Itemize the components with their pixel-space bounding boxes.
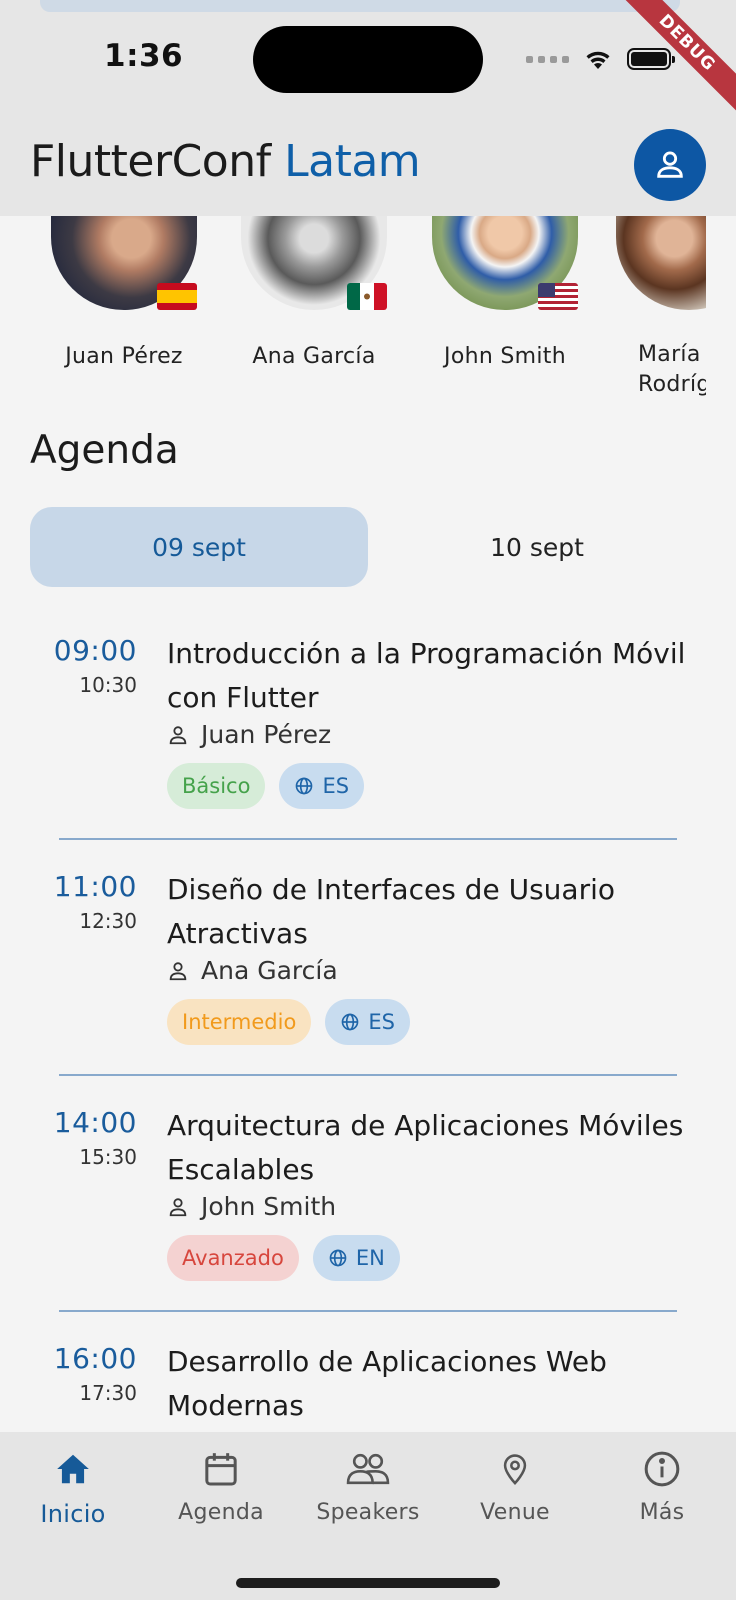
speaker-name: Juan Pérez (65, 344, 183, 369)
wifi-icon (586, 51, 610, 69)
session-speaker: Juan Pérez (167, 720, 331, 749)
speaker-avatar (241, 200, 387, 310)
app-title: FlutterConf Latam (30, 136, 421, 187)
session-title: Diseño de Interfaces de Usuario Atractiv… (167, 873, 615, 950)
speaker-avatar (51, 200, 197, 310)
home-icon (57, 1454, 89, 1484)
battery-icon (627, 48, 675, 70)
status-time: 1:36 (104, 38, 184, 74)
session-end-time: 12:30 (79, 909, 137, 933)
session-speaker-name: Juan Pérez (201, 720, 332, 749)
person-icon (169, 961, 187, 980)
session-speaker: Ana García (167, 956, 338, 985)
usa-flag-icon (538, 283, 578, 310)
session-card[interactable]: 14:00 15:30 Arquitectura de Aplicaciones… (0, 1092, 736, 1328)
session-tags: Avanzado EN (167, 1235, 400, 1281)
person-icon (169, 725, 187, 744)
speaker-card[interactable]: María Rodríguez (616, 200, 706, 400)
scrolled-content-blur (40, 0, 680, 12)
speaker-card[interactable]: Ana García (234, 200, 394, 369)
app-title-main: FlutterConf (30, 136, 271, 187)
session-start-time: 09:00 (53, 634, 137, 667)
nav-item-speakers[interactable]: Speakers (298, 1446, 438, 1525)
speaker-card[interactable]: Juan Pérez (44, 200, 204, 369)
nav-label: Más (639, 1500, 685, 1525)
speaker-card[interactable]: John Smith (425, 200, 585, 369)
nav-item-agenda[interactable]: Agenda (151, 1446, 291, 1525)
level-badge: Avanzado (167, 1235, 299, 1281)
level-badge: Intermedio (167, 999, 312, 1045)
language-label: EN (355, 1246, 385, 1270)
session-card[interactable]: 09:00 10:30 Introducción a la Programaci… (0, 620, 736, 856)
session-start-time: 11:00 (53, 870, 137, 903)
globe-icon (296, 777, 313, 795)
language-label: ES (368, 1010, 395, 1034)
session-times: 11:00 12:30 (30, 870, 137, 933)
calendar-icon (205, 1453, 237, 1486)
nav-label: Venue (480, 1500, 550, 1525)
profile-button[interactable] (634, 129, 706, 201)
speaker-name: María Rodríguez (638, 342, 706, 397)
signal-icon (526, 55, 569, 63)
speaker-name: Ana García (252, 344, 376, 369)
session-end-time: 15:30 (79, 1145, 137, 1169)
speakers-carousel[interactable]: Juan Pérez Ana García John Smith María R… (0, 200, 736, 400)
level-badge: Básico (167, 763, 266, 809)
session-speaker-name: Ana García (201, 956, 338, 985)
session-divider (59, 1310, 677, 1312)
nav-label: Speakers (316, 1500, 420, 1525)
bottom-navigation-bar: Inicio Agenda Speakers Venue Más (0, 1432, 736, 1600)
app-title-accent: Latam (284, 136, 421, 187)
session-title: Desarrollo de Aplicaciones Web Modernas (167, 1345, 607, 1422)
session-end-time: 17:30 (79, 1381, 137, 1405)
location-pin-icon (503, 1454, 527, 1486)
spain-flag-icon (157, 283, 197, 310)
app-bar: 1:36 FlutterConf Latam (0, 0, 736, 216)
session-speaker-name: John Smith (201, 1192, 337, 1221)
person-icon (169, 1197, 187, 1216)
session-start-time: 14:00 (53, 1106, 137, 1139)
day-tab-10-sept[interactable]: 10 sept (368, 507, 706, 587)
status-icons (526, 44, 675, 74)
language-badge: ES (279, 763, 365, 809)
speaker-avatar (432, 200, 578, 310)
speaker-name: John Smith (444, 344, 566, 369)
session-speaker: John Smith (167, 1192, 336, 1221)
session-tags: Básico ES (167, 763, 365, 809)
language-badge: EN (312, 1235, 400, 1281)
person-icon (657, 151, 683, 178)
session-title: Introducción a la Programación Móvil con… (167, 637, 686, 714)
day-tab-09-sept[interactable]: 09 sept (30, 507, 368, 587)
speaker-avatar (616, 200, 706, 310)
session-times: 09:00 10:30 (30, 634, 137, 697)
info-icon (644, 1451, 680, 1487)
session-end-time: 10:30 (79, 673, 137, 697)
nav-item-venue[interactable]: Venue (445, 1446, 585, 1525)
nav-label: Inicio (40, 1500, 106, 1528)
session-start-time: 16:00 (53, 1342, 137, 1375)
nav-item-inicio[interactable]: Inicio (3, 1446, 143, 1528)
session-times: 16:00 17:30 (30, 1342, 137, 1405)
nav-item-mas[interactable]: Más (592, 1446, 732, 1525)
people-icon (346, 1453, 390, 1485)
session-card[interactable]: 11:00 12:30 Diseño de Interfaces de Usua… (0, 856, 736, 1092)
nav-label: Agenda (178, 1500, 264, 1525)
day-tabs: 09 sept 10 sept (30, 507, 706, 587)
session-divider (59, 838, 677, 840)
session-list: 09:00 10:30 Introducción a la Programaci… (0, 620, 736, 1422)
home-indicator (236, 1578, 500, 1588)
agenda-title: Agenda (30, 428, 179, 473)
session-divider (59, 1074, 677, 1076)
dynamic-island (253, 26, 483, 93)
language-badge: ES (325, 999, 410, 1045)
session-title: Arquitectura de Aplicaciones Móviles Esc… (167, 1109, 684, 1186)
language-label: ES (322, 774, 350, 798)
mexico-flag-icon (347, 283, 387, 310)
globe-icon (329, 1249, 347, 1267)
globe-icon (341, 1013, 359, 1031)
session-tags: Intermedio ES (167, 999, 410, 1045)
session-times: 14:00 15:30 (30, 1106, 137, 1169)
